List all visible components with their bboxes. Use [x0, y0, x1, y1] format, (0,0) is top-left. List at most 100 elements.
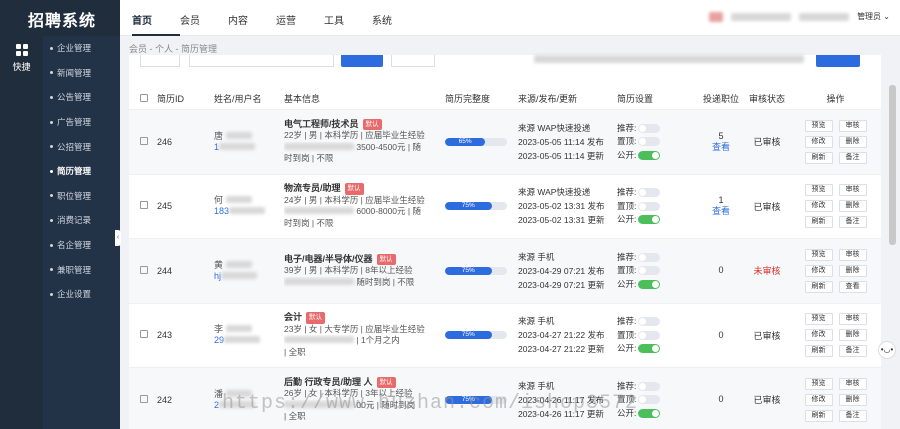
- op-button[interactable]: 审核: [838, 313, 867, 326]
- op-button[interactable]: 预览: [804, 377, 833, 390]
- pin-toggle[interactable]: [638, 137, 661, 147]
- source-cell: 来源 手机 2023-04-27 21:22 发布 2023-04-27 21:22…: [518, 314, 617, 356]
- sidebar-item-2[interactable]: 公告管理: [43, 85, 120, 110]
- positions-cell: 0: [698, 330, 744, 341]
- op-button[interactable]: 修改: [804, 264, 833, 277]
- op-button[interactable]: 修改: [804, 200, 833, 213]
- public-toggle[interactable]: [638, 279, 661, 289]
- op-button[interactable]: 预览: [804, 184, 833, 197]
- sidebar-item-0[interactable]: 企业管理: [43, 36, 120, 61]
- op-button[interactable]: 刷新: [804, 409, 833, 422]
- pin-toggle[interactable]: [638, 266, 661, 276]
- source: 来源 手机: [518, 316, 555, 327]
- nav-tab-4[interactable]: 工具: [324, 0, 372, 36]
- search-button[interactable]: [341, 55, 383, 67]
- op-button[interactable]: 备注: [838, 151, 867, 164]
- op-button[interactable]: 刷新: [804, 216, 833, 229]
- page-scrollbar[interactable]: [889, 85, 896, 245]
- ops-grid: 预览 审核 修改 删除 刷新 查看: [790, 248, 881, 293]
- sidebar-item-4[interactable]: 公招管理: [43, 134, 120, 159]
- op-button[interactable]: 预览: [804, 313, 833, 326]
- op-button[interactable]: 备注: [838, 216, 867, 229]
- shortcut-rail-item[interactable]: 快捷: [0, 36, 43, 80]
- collapse-handle[interactable]: ‹: [115, 230, 121, 246]
- op-button[interactable]: 删除: [838, 264, 867, 277]
- settings-cell: 推荐: 置顶: 公开:: [617, 315, 698, 356]
- op-button[interactable]: 刷新: [804, 151, 833, 164]
- bullet-icon: [50, 243, 53, 247]
- op-button[interactable]: 审核: [838, 248, 867, 261]
- recommend-toggle[interactable]: [638, 381, 661, 391]
- select-all-checkbox[interactable]: [140, 93, 148, 102]
- nav-tab-1[interactable]: 会员: [180, 0, 228, 36]
- row-checkbox[interactable]: [140, 394, 148, 403]
- chat-bot-icon[interactable]: •◡•: [878, 341, 896, 359]
- nav-tab-2[interactable]: 内容: [228, 0, 276, 36]
- admin-menu[interactable]: 管理员 ⌄: [857, 11, 890, 22]
- op-button[interactable]: 审核: [838, 377, 867, 390]
- public-toggle[interactable]: [638, 344, 661, 354]
- row-checkbox[interactable]: [140, 201, 148, 210]
- reset-button[interactable]: [391, 55, 435, 67]
- op-button[interactable]: 修改: [804, 135, 833, 148]
- op-button[interactable]: 修改: [804, 393, 833, 406]
- nav-tab-0[interactable]: 首页: [132, 0, 180, 36]
- row-checkbox[interactable]: [140, 265, 148, 274]
- op-button[interactable]: 删除: [838, 135, 867, 148]
- pin-label: 置顶:: [617, 329, 637, 340]
- op-button[interactable]: 删除: [838, 329, 867, 342]
- info-cell: 电气工程师/技术员 默认 22岁 | 男 | 本科学历 | 应届毕业生经验 3500…: [284, 118, 445, 165]
- op-button[interactable]: 删除: [838, 393, 867, 406]
- public-toggle[interactable]: [638, 150, 661, 160]
- sidebar-item-9[interactable]: 兼职管理: [43, 257, 120, 282]
- pin-toggle[interactable]: [638, 395, 661, 405]
- public-toggle[interactable]: [638, 408, 661, 418]
- username-link[interactable]: 183: [214, 206, 229, 216]
- op-button[interactable]: 审核: [838, 184, 867, 197]
- export-button[interactable]: [816, 55, 860, 67]
- header-info-blurred: [731, 12, 792, 21]
- op-button[interactable]: 预览: [804, 248, 833, 261]
- row-checkbox[interactable]: [140, 330, 148, 339]
- pin-toggle[interactable]: [638, 201, 661, 211]
- public-toggle[interactable]: [638, 215, 661, 225]
- op-button[interactable]: 刷新: [804, 345, 833, 358]
- nav-tab-3[interactable]: 运营: [276, 0, 324, 36]
- sidebar-item-3[interactable]: 广告管理: [43, 110, 120, 135]
- op-button[interactable]: 删除: [838, 200, 867, 213]
- sidebar-item-5[interactable]: 简历管理: [43, 159, 120, 184]
- search-input[interactable]: [189, 55, 334, 67]
- view-positions-link[interactable]: 查看: [698, 206, 744, 217]
- settings-cell: 推荐: 置顶: 公开:: [617, 122, 698, 163]
- sidebar-item-6[interactable]: 职位管理: [43, 184, 120, 209]
- grid-icon: [15, 44, 28, 56]
- sidebar-item-10[interactable]: 企业设置: [43, 282, 120, 307]
- username-link[interactable]: 29: [214, 335, 224, 345]
- source: 来源 手机: [518, 380, 555, 391]
- view-positions-link[interactable]: 查看: [698, 142, 744, 153]
- sidebar-item-8[interactable]: 名企管理: [43, 233, 120, 258]
- op-button[interactable]: 预览: [804, 119, 833, 132]
- op-button[interactable]: 审核: [838, 119, 867, 132]
- op-button[interactable]: 备注: [838, 409, 867, 422]
- nav-tab-5[interactable]: 系统: [372, 0, 420, 36]
- avatar[interactable]: [709, 11, 724, 22]
- position-count: 0: [718, 394, 724, 405]
- row-checkbox[interactable]: [140, 136, 148, 145]
- op-button[interactable]: 修改: [804, 329, 833, 342]
- op-button[interactable]: 备注: [838, 345, 867, 358]
- table-row: 244 黄 hj 电子/电器/半导体/仪器 默认 39岁 | 男 | 本科学历 | 8年…: [129, 239, 881, 304]
- recommend-toggle[interactable]: [638, 252, 661, 262]
- filter-select[interactable]: [140, 55, 180, 67]
- sidebar-item-1[interactable]: 新闻管理: [43, 61, 120, 86]
- pin-toggle[interactable]: [638, 330, 661, 340]
- resume-id: 245: [157, 201, 173, 212]
- sidebar-item-7[interactable]: 消费记录: [43, 208, 120, 233]
- position-count: 0: [718, 265, 724, 276]
- recommend-toggle[interactable]: [638, 317, 661, 327]
- recommend-toggle[interactable]: [638, 123, 661, 133]
- recommend-toggle[interactable]: [638, 188, 661, 198]
- username-link[interactable]: hj: [214, 271, 221, 281]
- op-button[interactable]: 刷新: [804, 280, 833, 293]
- op-button[interactable]: 查看: [838, 280, 867, 293]
